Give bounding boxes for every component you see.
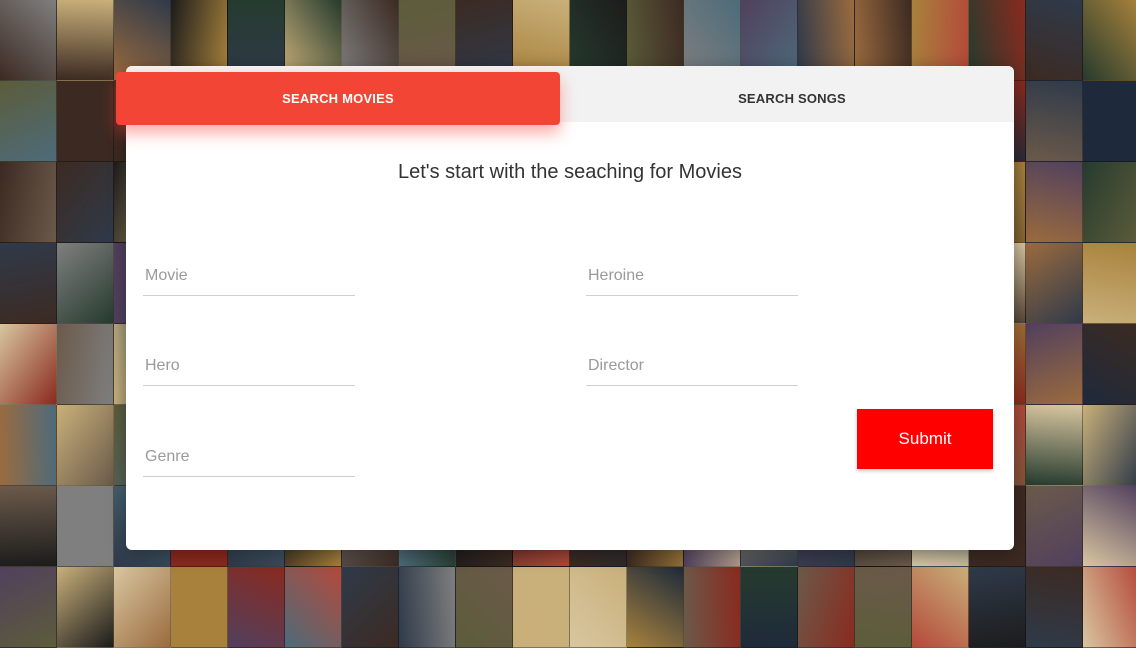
poster-tile <box>0 0 57 81</box>
poster-tile <box>57 486 114 567</box>
poster-tile <box>171 567 228 648</box>
tab-search-songs[interactable]: SEARCH SONGS <box>570 72 1014 125</box>
poster-tile <box>57 405 114 486</box>
poster-tile <box>1083 81 1136 162</box>
heroine-field <box>586 259 798 296</box>
poster-tile <box>0 162 57 243</box>
tab-bar: SEARCH MOVIES SEARCH SONGS <box>116 66 1014 125</box>
poster-tile <box>513 567 570 648</box>
movie-field <box>143 259 355 296</box>
poster-tile <box>1026 0 1083 81</box>
poster-tile <box>1083 162 1136 243</box>
poster-tile <box>57 324 114 405</box>
poster-tile <box>1083 567 1136 648</box>
poster-tile <box>1026 567 1083 648</box>
poster-tile <box>57 0 114 81</box>
poster-tile <box>0 405 57 486</box>
poster-tile <box>228 567 285 648</box>
poster-tile <box>57 243 114 324</box>
poster-tile <box>741 567 798 648</box>
poster-tile <box>399 567 456 648</box>
poster-tile <box>0 81 57 162</box>
director-input[interactable] <box>586 349 798 383</box>
poster-tile <box>0 324 57 405</box>
page-heading: Let's start with the seaching for Movies <box>398 161 742 183</box>
poster-tile <box>57 567 114 648</box>
poster-tile <box>969 567 1026 648</box>
poster-tile <box>0 243 57 324</box>
poster-tile <box>57 81 114 162</box>
genre-input[interactable] <box>143 440 355 474</box>
director-field <box>586 349 798 386</box>
tab-search-movies[interactable]: SEARCH MOVIES <box>116 72 560 125</box>
poster-tile <box>1026 324 1083 405</box>
poster-tile <box>0 567 57 648</box>
poster-tile <box>1083 486 1136 567</box>
poster-tile <box>912 567 969 648</box>
heroine-input[interactable] <box>586 259 798 293</box>
poster-tile <box>456 567 513 648</box>
poster-tile <box>1026 81 1083 162</box>
hero-field <box>143 349 355 386</box>
poster-tile <box>627 567 684 648</box>
poster-tile <box>855 567 912 648</box>
poster-tile <box>1026 243 1083 324</box>
search-card: SEARCH MOVIES SEARCH SONGS Let's start w… <box>116 66 1014 550</box>
poster-tile <box>1026 405 1083 486</box>
poster-tile <box>1083 405 1136 486</box>
poster-tile <box>57 162 114 243</box>
poster-tile <box>114 567 171 648</box>
genre-field <box>143 440 355 477</box>
poster-tile <box>1026 486 1083 567</box>
poster-tile <box>684 567 741 648</box>
poster-tile <box>1083 324 1136 405</box>
hero-input[interactable] <box>143 349 355 383</box>
poster-tile <box>1026 162 1083 243</box>
submit-button[interactable]: Submit <box>857 409 993 469</box>
poster-tile <box>570 567 627 648</box>
poster-tile <box>0 486 57 567</box>
movie-input[interactable] <box>143 259 355 293</box>
poster-tile <box>1083 0 1136 81</box>
poster-tile <box>1083 243 1136 324</box>
poster-tile <box>285 567 342 648</box>
poster-tile <box>342 567 399 648</box>
poster-tile <box>798 567 855 648</box>
